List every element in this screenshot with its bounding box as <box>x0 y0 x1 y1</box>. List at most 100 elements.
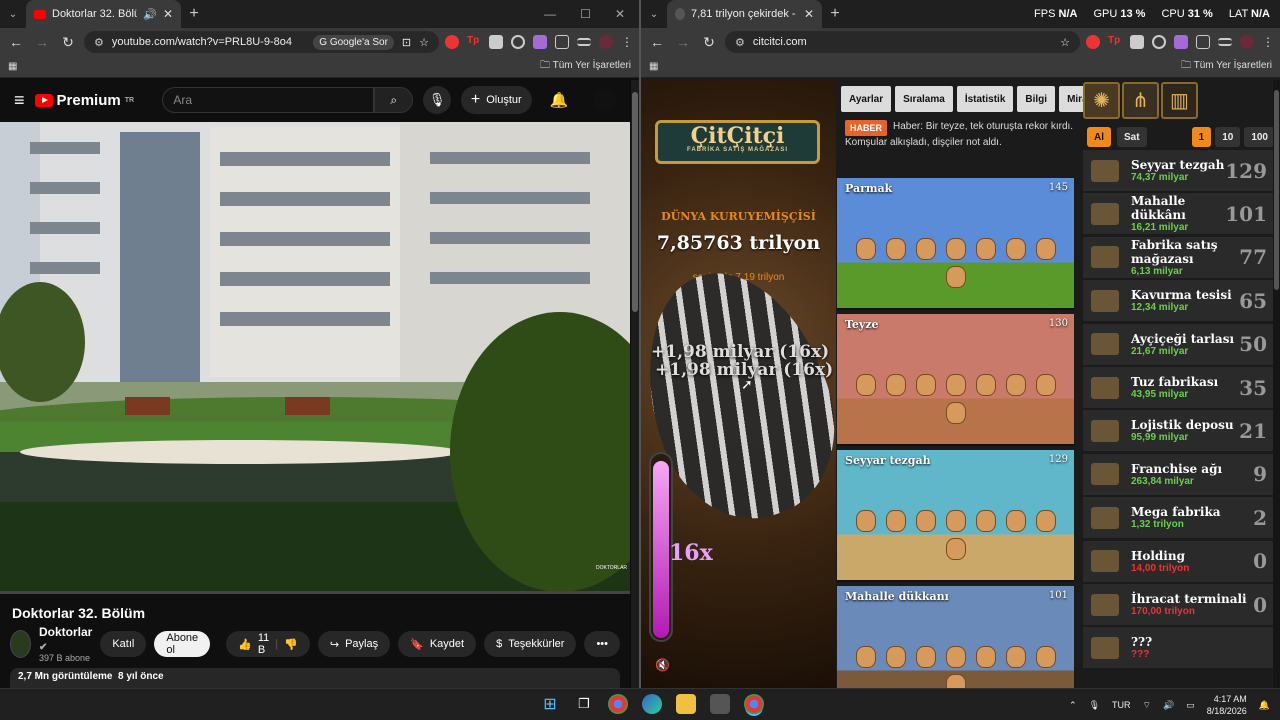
site-info-icon[interactable]: ⚙ <box>735 36 745 49</box>
progress-bar[interactable] <box>0 591 630 594</box>
back-icon[interactable]: ← <box>6 34 26 50</box>
task-view-icon[interactable]: ❐ <box>574 694 594 714</box>
chrome-icon[interactable] <box>608 694 628 714</box>
account-avatar[interactable] <box>594 89 616 111</box>
address-bar[interactable]: ⚙ youtube.com/watch?v=PRL8U-9-8o4 G Goog… <box>84 31 439 53</box>
chrome-active-icon[interactable] <box>744 694 764 714</box>
store-building-item[interactable]: Mega fabrika 1,32 trilyon 2 <box>1083 497 1273 540</box>
maximize-icon[interactable]: ☐ <box>580 7 591 21</box>
tab-search-icon[interactable]: ⌄ <box>0 9 26 20</box>
clock[interactable]: 4:17 AM 8/18/2026 <box>1207 693 1247 717</box>
mute-icon[interactable]: 🔇 <box>655 658 670 672</box>
extension-box-icon[interactable] <box>1130 35 1144 49</box>
volume-icon[interactable]: 🔊 <box>1163 700 1174 711</box>
upgrade-sunflower-icon[interactable]: ✺ <box>1083 82 1120 119</box>
menu-dots-icon[interactable]: ⋮ <box>621 35 633 49</box>
store-building-item[interactable]: Seyyar tezgah 74,37 milyar 129 <box>1083 150 1273 192</box>
store-building-item[interactable]: Kavurma tesisi 12,34 milyar 65 <box>1083 280 1273 323</box>
store-building-item[interactable]: Lojistik deposu 95,99 milyar 21 <box>1083 410 1273 453</box>
extension-shield-icon[interactable] <box>1174 35 1188 49</box>
channel-name[interactable]: Doktorlar ✔ <box>39 625 92 653</box>
battery-icon[interactable]: ▭ <box>1186 700 1195 711</box>
scrollbar-thumb[interactable] <box>632 92 638 312</box>
install-icon[interactable]: ⊡ <box>402 36 411 49</box>
store-building-item[interactable]: Tuz fabrikası 43,95 milyar 35 <box>1083 367 1273 409</box>
tab-search-icon[interactable]: ⌄ <box>641 9 667 20</box>
new-tab-button[interactable]: + <box>181 5 207 23</box>
bookmark-star-icon[interactable]: ☆ <box>419 36 429 49</box>
file-explorer-icon[interactable] <box>676 694 696 714</box>
search-input[interactable]: Ara <box>162 87 375 113</box>
bookmark-star-icon[interactable]: ☆ <box>1060 36 1070 49</box>
game-tab[interactable]: Bilgi <box>1017 86 1056 112</box>
extensions-puzzle-icon[interactable] <box>555 35 569 49</box>
media-app-icon[interactable] <box>710 694 730 714</box>
youtube-premium-logo[interactable]: Premium TR <box>34 92 153 109</box>
new-tab-button[interactable]: + <box>822 5 848 23</box>
hamburger-menu-icon[interactable]: ≡ <box>14 90 25 111</box>
close-tab-icon[interactable]: ✕ <box>804 7 814 21</box>
apps-grid-icon[interactable]: ▦ <box>649 61 658 72</box>
thanks-button[interactable]: $ Teşekkürler <box>484 631 577 657</box>
share-button[interactable]: ↪ Paylaş <box>317 631 391 657</box>
profile-avatar[interactable] <box>599 35 613 49</box>
reload-icon[interactable]: ↻ <box>699 34 719 51</box>
tab-youtube[interactable]: Doktorlar 32. Bölüm - YouTube 🔊 ✕ <box>26 0 181 28</box>
back-icon[interactable]: ← <box>647 34 667 50</box>
save-button[interactable]: 🔖 Kaydet <box>398 631 477 657</box>
join-button[interactable]: Katıl <box>100 631 147 657</box>
close-tab-icon[interactable]: ✕ <box>163 7 173 21</box>
extension-red-icon[interactable] <box>445 35 459 49</box>
store-building-item[interactable]: Holding 14,00 trilyon 0 <box>1083 540 1273 583</box>
edge-icon[interactable] <box>642 694 662 714</box>
extension-tp-icon[interactable]: Tp <box>1108 35 1122 49</box>
menu-dots-icon[interactable]: ⋮ <box>1262 35 1274 49</box>
reload-icon[interactable]: ↻ <box>58 34 78 51</box>
language-indicator[interactable]: TUR <box>1112 700 1131 710</box>
tab-citcitci[interactable]: 7,81 trilyon çekirdek - Çitçitçi ✕ <box>667 0 822 28</box>
address-bar[interactable]: ⚙ citcitci.com ☆ <box>725 31 1080 53</box>
forward-icon[interactable]: → <box>673 34 693 50</box>
page-scrollbar[interactable] <box>631 80 639 688</box>
description-box[interactable]: 2,7 Mn görüntüleme 8 yıl önce <box>10 668 620 688</box>
store-scrollbar[interactable] <box>1273 80 1280 688</box>
buy-mode-button[interactable]: Al <box>1087 127 1111 147</box>
subscribe-button[interactable]: Abone ol <box>154 631 211 657</box>
extension-gear-icon[interactable] <box>1152 35 1166 49</box>
notifications-bell-icon[interactable]: 🔔 <box>550 91 569 109</box>
store-building-item[interactable]: Fabrika satış mağazası 6,13 milyar 77 <box>1083 236 1273 279</box>
more-actions-button[interactable]: ••• <box>584 631 620 657</box>
extension-red-icon[interactable] <box>1086 35 1100 49</box>
thumbs-down-icon[interactable]: 👎 <box>284 638 298 651</box>
channel-avatar[interactable] <box>10 630 31 658</box>
close-window-icon[interactable]: ✕ <box>615 7 625 21</box>
amount-10-button[interactable]: 10 <box>1215 127 1241 147</box>
scrollbar-thumb[interactable] <box>1274 90 1279 290</box>
extension-gear-icon[interactable] <box>511 35 525 49</box>
forward-icon[interactable]: → <box>32 34 52 50</box>
upgrade-chart-icon[interactable]: ▥ <box>1161 82 1198 119</box>
game-tab[interactable]: İstatistik <box>956 86 1014 112</box>
lens-button[interactable]: G Google'a Sor <box>313 34 394 50</box>
minimize-icon[interactable]: — <box>544 7 556 21</box>
notification-icon[interactable]: 🔔 <box>1259 700 1270 711</box>
site-info-icon[interactable]: ⚙ <box>94 36 104 49</box>
voice-search-button[interactable]: 🎙 <box>423 86 451 114</box>
extensions-puzzle-icon[interactable] <box>1196 35 1210 49</box>
media-icon[interactable] <box>1218 38 1232 46</box>
video-player[interactable]: DOKTORLAR <box>0 122 630 594</box>
create-button[interactable]: + Oluştur <box>460 86 532 114</box>
sell-mode-button[interactable]: Sat <box>1117 127 1147 147</box>
extension-shield-icon[interactable] <box>533 35 547 49</box>
extension-tp-icon[interactable]: Tp <box>467 35 481 49</box>
store-building-item[interactable]: Mahalle dükkânı 16,21 milyar 101 <box>1083 193 1273 236</box>
extension-box-icon[interactable] <box>489 35 503 49</box>
all-bookmarks-link[interactable]: 🗀 Tüm Yer İşaretleri <box>1181 58 1272 75</box>
audio-icon[interactable]: 🔊 <box>143 8 157 21</box>
game-tab[interactable]: Ayarlar <box>841 86 892 112</box>
game-tab[interactable]: Sıralama <box>895 86 953 112</box>
profile-avatar[interactable] <box>1240 35 1254 49</box>
amount-100-button[interactable]: 100 <box>1244 127 1275 147</box>
store-building-item[interactable]: İhracat terminali 170,00 trilyon 0 <box>1083 584 1273 626</box>
apps-grid-icon[interactable]: ▦ <box>8 61 17 72</box>
